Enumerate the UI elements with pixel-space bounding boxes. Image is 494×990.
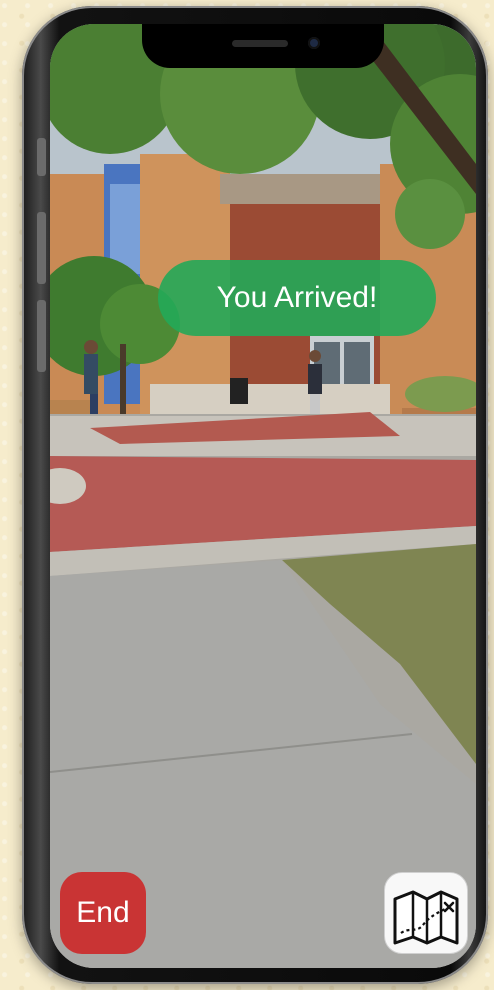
front-camera-icon <box>308 37 320 49</box>
volume-down-button <box>37 300 46 372</box>
treasure-map-icon <box>393 890 459 944</box>
earpiece-speaker <box>232 40 288 47</box>
arrival-toast: You Arrived! <box>158 260 436 336</box>
map-button[interactable] <box>384 872 468 954</box>
volume-up-button <box>37 212 46 284</box>
ar-camera-view: You Arrived! End <box>50 24 476 968</box>
notch <box>142 24 384 68</box>
arrival-toast-text: You Arrived! <box>216 281 378 314</box>
mute-switch <box>37 138 46 176</box>
camera-scene-image <box>50 24 476 968</box>
end-button[interactable]: End <box>60 872 146 954</box>
